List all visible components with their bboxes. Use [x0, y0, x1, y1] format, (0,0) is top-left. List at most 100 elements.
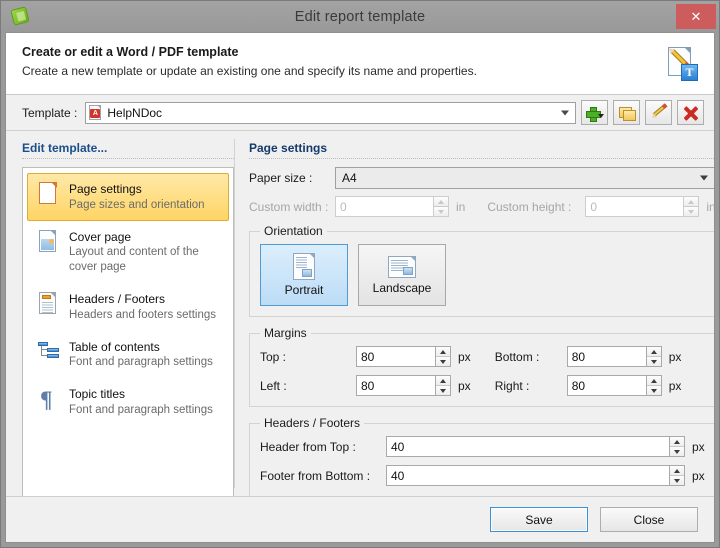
- rename-template-button[interactable]: [645, 100, 672, 125]
- sidebar-item-desc: Font and paragraph settings: [69, 356, 213, 369]
- header-from-top-row: Header from Top : 40 px: [260, 436, 705, 457]
- custom-height-label: Custom height :: [487, 199, 572, 214]
- landscape-page-icon: [388, 255, 416, 278]
- window-close-button[interactable]: ✕: [676, 4, 716, 29]
- sidebar-item-title: Table of contents: [69, 339, 160, 354]
- add-template-button[interactable]: [581, 100, 608, 125]
- sidebar-item-page-settings[interactable]: Page settings Page sizes and orientation: [27, 173, 229, 221]
- banner-title: Create or edit a Word / PDF template: [22, 45, 239, 59]
- sidebar-item-title: Cover page: [69, 229, 132, 244]
- sidebar-item-desc: Layout and content of the cover page: [69, 246, 199, 274]
- orientation-portrait-label: Portrait: [284, 283, 324, 297]
- footer-from-bottom-value: 40: [391, 468, 405, 483]
- page-settings-heading: Page settings: [249, 141, 714, 159]
- custom-height-value: 0: [590, 199, 598, 214]
- margin-left-stepper[interactable]: [435, 376, 450, 395]
- orientation-group: Orientation Portrait Landscape: [249, 224, 714, 317]
- margin-top-label: Top :: [260, 349, 287, 364]
- title-bar: Edit report template ✕: [1, 1, 719, 32]
- cover-page-icon: [36, 229, 60, 257]
- template-combobox[interactable]: A HelpNDoc: [85, 101, 576, 124]
- margin-bottom-input[interactable]: 80: [566, 346, 662, 367]
- delete-template-button[interactable]: [677, 100, 704, 125]
- pdf-file-icon: A: [89, 105, 102, 120]
- margin-right-label: Right :: [494, 378, 530, 393]
- header-from-top-unit: px: [692, 439, 705, 454]
- margin-top-value: 80: [361, 349, 375, 364]
- save-button[interactable]: Save: [490, 507, 588, 532]
- orientation-legend: Orientation: [264, 224, 323, 238]
- margin-top-unit: px: [458, 349, 471, 364]
- template-selector-row: Template : A HelpNDoc: [6, 95, 714, 131]
- margin-top-input[interactable]: 80: [356, 346, 451, 367]
- dialog-window: Edit report template ✕ Create or edit a …: [0, 0, 720, 548]
- pencil-edit-icon: [652, 103, 668, 117]
- header-from-top-stepper[interactable]: [669, 437, 684, 456]
- body-area: Edit template... Page settings Page size…: [6, 131, 714, 496]
- orientation-portrait-button[interactable]: Portrait: [260, 244, 348, 306]
- sidebar-item-cover-page[interactable]: Cover page Layout and content of the cov…: [27, 221, 229, 283]
- close-button[interactable]: Close: [600, 507, 698, 532]
- margin-left-input[interactable]: 80: [356, 375, 451, 396]
- chevron-down-icon: [598, 114, 604, 118]
- custom-height-input[interactable]: 0: [585, 196, 700, 217]
- footer-from-bottom-stepper[interactable]: [669, 466, 684, 485]
- page-icon: [36, 181, 60, 209]
- margins-row-left-right: Left : 80 px Right : 80 px: [260, 375, 705, 396]
- chevron-down-icon: [561, 110, 569, 115]
- sidebar-list: Page settings Page sizes and orientation…: [22, 167, 234, 496]
- margin-bottom-label: Bottom :: [494, 349, 540, 364]
- margin-right-stepper[interactable]: [645, 376, 661, 395]
- footer-from-bottom-label: Footer from Bottom :: [260, 468, 371, 483]
- header-from-top-value: 40: [391, 439, 405, 454]
- custom-width-input[interactable]: 0: [335, 196, 449, 217]
- banner-subtitle: Create a new template or update an exist…: [22, 64, 477, 78]
- header-footer-icon: [36, 291, 60, 319]
- custom-width-unit: in: [456, 199, 466, 214]
- sidebar-item-table-of-contents[interactable]: Table of contents Font and paragraph set…: [27, 331, 229, 379]
- document-edit-text-icon: T: [666, 46, 700, 84]
- dialog-footer: Save Close: [6, 496, 714, 542]
- sidebar-heading: Edit template...: [22, 141, 234, 159]
- margin-top-stepper[interactable]: [435, 347, 450, 366]
- sidebar-item-desc: Page sizes and orientation: [69, 198, 205, 211]
- orientation-landscape-button[interactable]: Landscape: [358, 244, 446, 306]
- custom-dimensions-row: Custom width : 0 in Custom height : 0 in: [249, 196, 714, 217]
- orientation-landscape-label: Landscape: [372, 280, 432, 295]
- sidebar-item-topic-titles[interactable]: ¶ Topic titles Font and paragraph settin…: [27, 378, 229, 426]
- footer-from-bottom-row: Footer from Bottom : 40 px: [260, 465, 705, 486]
- paper-size-select[interactable]: A4: [335, 167, 714, 189]
- helpndoc-app-icon: [8, 5, 34, 29]
- paper-size-label: Paper size :: [249, 171, 313, 185]
- template-label: Template :: [22, 105, 78, 120]
- margin-bottom-value: 80: [571, 349, 586, 364]
- sidebar-item-desc: Font and paragraph settings: [69, 403, 213, 416]
- client-area: Create or edit a Word / PDF template Cre…: [5, 32, 715, 543]
- red-x-delete-icon: [683, 106, 699, 121]
- duplicate-template-button[interactable]: [613, 100, 640, 125]
- margins-legend: Margins: [264, 326, 307, 340]
- pilcrow-icon: ¶: [40, 387, 53, 413]
- footer-from-bottom-input[interactable]: 40: [386, 465, 685, 486]
- margin-bottom-stepper[interactable]: [645, 347, 661, 366]
- margin-left-label: Left :: [260, 378, 287, 393]
- header-from-top-input[interactable]: 40: [386, 436, 685, 457]
- margin-right-input[interactable]: 80: [566, 375, 662, 396]
- sidebar-item-headers-footers[interactable]: Headers / Footers Headers and footers se…: [27, 283, 229, 331]
- margins-row-top-bottom: Top : 80 px Bottom : 80 px: [260, 346, 705, 367]
- custom-width-value: 0: [340, 199, 347, 214]
- custom-height-stepper[interactable]: [683, 197, 699, 216]
- banner-texts: Create or edit a Word / PDF template Cre…: [22, 45, 666, 78]
- header-from-top-label: Header from Top :: [260, 439, 356, 454]
- margin-right-unit: px: [668, 378, 682, 393]
- custom-width-stepper[interactable]: [433, 197, 448, 216]
- main-panel: Page settings Paper size : A4 Custom wid…: [235, 131, 714, 496]
- sidebar-item-title: Headers / Footers: [69, 292, 166, 306]
- header-banner: Create or edit a Word / PDF template Cre…: [6, 33, 714, 95]
- chevron-down-icon: [699, 175, 708, 181]
- sidebar-item-desc: Headers and footers settings: [69, 308, 217, 321]
- template-combobox-value: HelpNDoc: [107, 105, 163, 120]
- margin-bottom-unit: px: [668, 349, 682, 364]
- margin-right-value: 80: [571, 378, 586, 393]
- custom-width-label: Custom width :: [249, 199, 329, 214]
